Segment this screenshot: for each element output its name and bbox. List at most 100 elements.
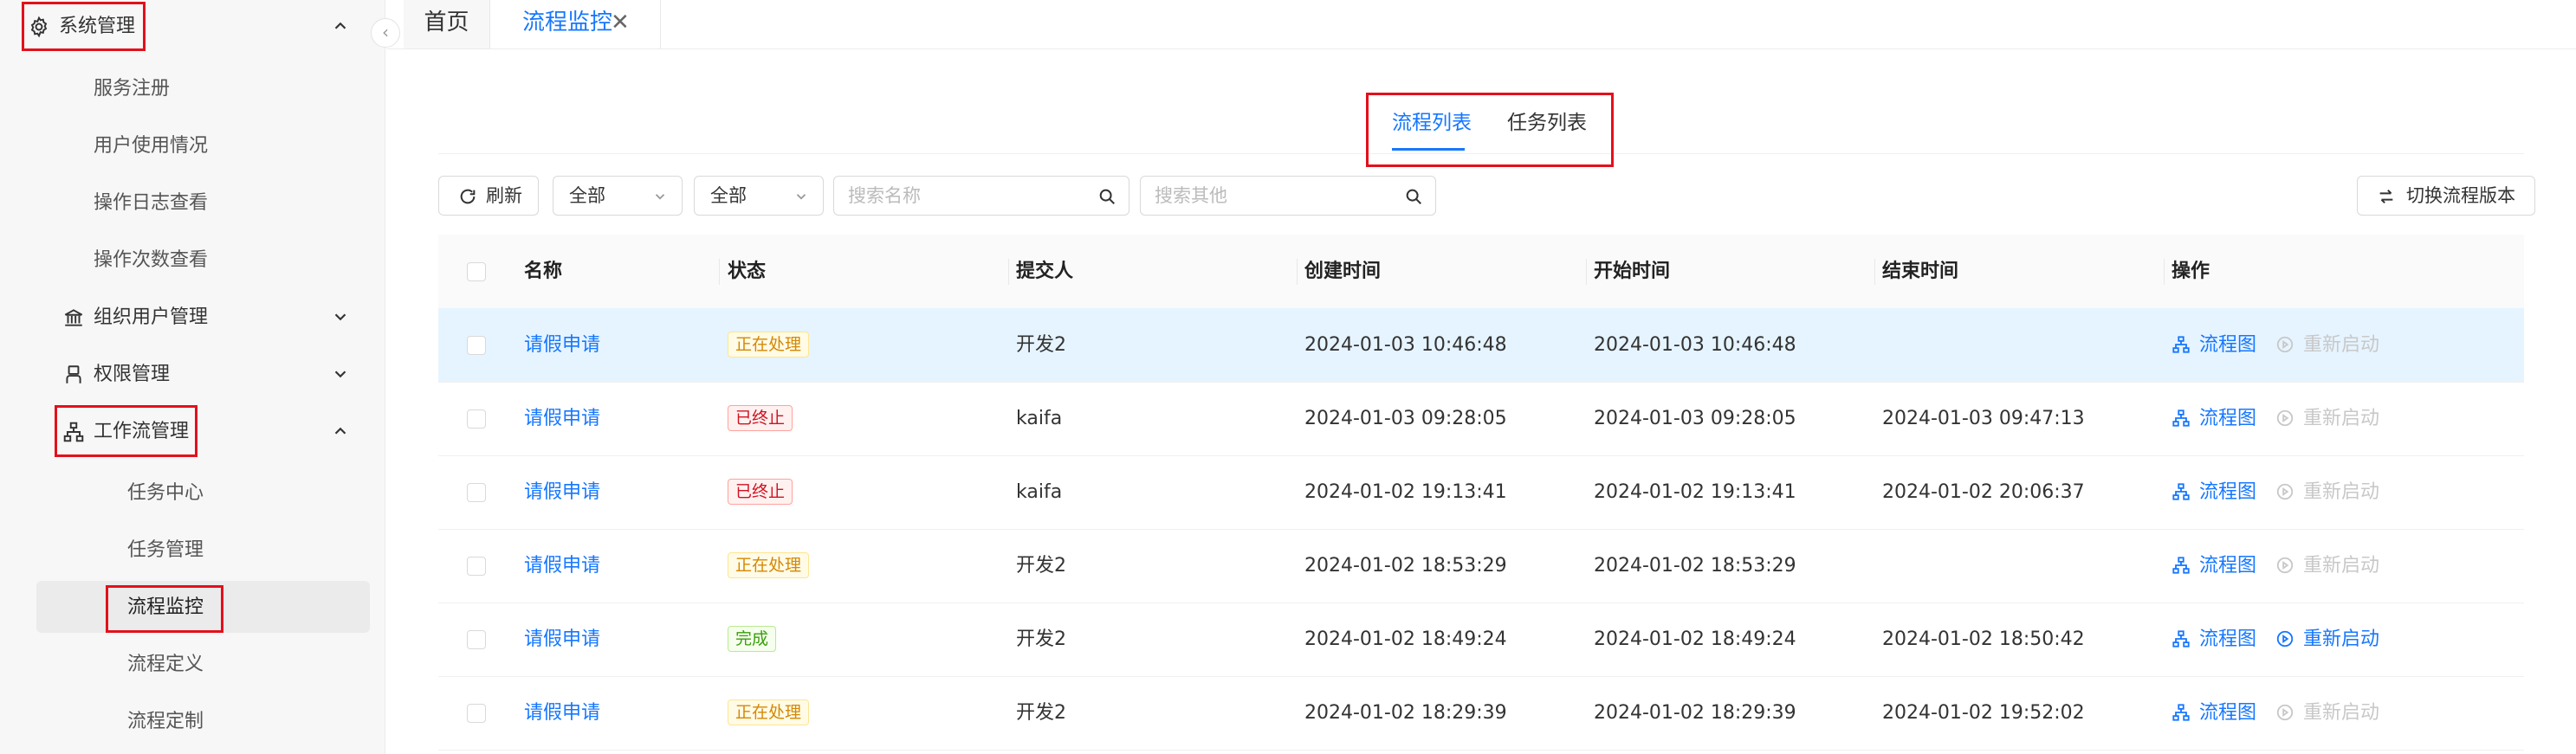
action-label: 重新启动 xyxy=(2303,408,2380,429)
play-circle-icon xyxy=(2276,336,2294,353)
row-checkbox[interactable] xyxy=(467,630,486,649)
process-diagram-button[interactable]: 流程图 xyxy=(2171,603,2267,676)
sidebar-sub-label: 流程监控 xyxy=(127,596,204,618)
process-name-link[interactable]: 请假申请 xyxy=(524,308,600,382)
column-separator xyxy=(1297,259,1298,285)
select-value: 全部 xyxy=(710,185,747,206)
search-name-input[interactable] xyxy=(848,177,1091,215)
table-row[interactable]: 请假申请 正在处理 开发2 2024-01-02 18:53:29 2024-0… xyxy=(438,529,2524,603)
sidebar-label: 工作流管理 xyxy=(94,421,190,442)
column-separator xyxy=(1874,259,1875,285)
table-row[interactable]: 请假申请 正在处理 开发2 2024-01-02 18:29:39 2024-0… xyxy=(438,676,2524,751)
refresh-button[interactable]: 刷新 xyxy=(438,176,539,216)
submitter-cell: 开发2 xyxy=(1016,334,1066,356)
process-name-link[interactable]: 请假申请 xyxy=(524,603,600,676)
restart-button[interactable]: 重新启动 xyxy=(2275,308,2397,382)
action-label: 流程图 xyxy=(2199,408,2257,429)
sidebar-item-task-management[interactable]: 任务管理 xyxy=(0,529,385,572)
subtab-process-list[interactable]: 流程列表 xyxy=(1392,110,1472,136)
sidebar-item-task-center[interactable]: 任务中心 xyxy=(0,472,385,515)
sidebar: 系统管理 服务注册 用户使用情况 操作日志查看 操作次数查看 组织用户管理 权限… xyxy=(0,0,385,754)
sidebar-item-service-register[interactable]: 服务注册 xyxy=(0,68,385,111)
gear-icon xyxy=(30,16,48,38)
table-row[interactable]: 请假申请 正在处理 开发2 2024-01-03 10:46:48 2024-0… xyxy=(438,308,2524,383)
sidebar-item-operation-log[interactable]: 操作日志查看 xyxy=(0,182,385,225)
sidebar-item-permission-management[interactable]: 权限管理 xyxy=(0,353,385,396)
sidebar-sub-label: 任务中心 xyxy=(127,482,204,504)
action-label: 流程图 xyxy=(2199,481,2257,503)
action-label: 重新启动 xyxy=(2303,555,2380,577)
play-circle-icon xyxy=(2276,409,2294,427)
chevron-up-icon xyxy=(334,427,346,435)
switch-version-button[interactable]: 切换流程版本 xyxy=(2357,176,2535,216)
sidebar-item-operation-count[interactable]: 操作次数查看 xyxy=(0,239,385,282)
process-name-link[interactable]: 请假申请 xyxy=(524,676,600,750)
sidebar-item-process-customize[interactable]: 流程定制 xyxy=(0,700,385,744)
filter-select-2[interactable]: 全部 xyxy=(694,176,824,216)
sidebar-item-workflow-management[interactable]: 工作流管理 xyxy=(0,410,385,454)
sidebar-item-process-monitor[interactable]: 流程监控 xyxy=(0,586,385,629)
filter-select-1[interactable]: 全部 xyxy=(553,176,683,216)
process-diagram-button[interactable]: 流程图 xyxy=(2171,455,2267,529)
process-diagram-button[interactable]: 流程图 xyxy=(2171,676,2267,750)
column-header-started: 开始时间 xyxy=(1594,261,1671,282)
sidebar-sub-label: 用户使用情况 xyxy=(94,135,209,157)
sidebar-item-system-management[interactable]: 系统管理 xyxy=(0,5,385,48)
ended-time-cell: 2024-01-02 19:52:02 xyxy=(1882,702,2085,724)
row-checkbox[interactable] xyxy=(467,409,486,429)
process-name-link[interactable]: 请假申请 xyxy=(524,529,600,603)
created-time-cell: 2024-01-02 18:49:24 xyxy=(1304,628,1507,650)
submitter-cell: 开发2 xyxy=(1016,555,1066,577)
chevron-down-icon xyxy=(334,313,346,321)
sidebar-sub-label: 操作次数查看 xyxy=(94,249,209,271)
action-label: 重新启动 xyxy=(2303,334,2380,356)
process-diagram-button[interactable]: 流程图 xyxy=(2171,529,2267,603)
row-checkbox[interactable] xyxy=(467,336,486,355)
row-checkbox[interactable] xyxy=(467,557,486,576)
sidebar-item-user-usage[interactable]: 用户使用情况 xyxy=(0,125,385,168)
column-header-status: 状态 xyxy=(728,261,767,282)
sidebar-item-process-definition[interactable]: 流程定义 xyxy=(0,643,385,686)
process-name-link[interactable]: 请假申请 xyxy=(524,382,600,455)
subtab-task-list[interactable]: 任务列表 xyxy=(1507,110,1587,136)
org-chart-icon xyxy=(63,422,84,442)
chevron-down-icon xyxy=(796,194,806,200)
row-checkbox[interactable] xyxy=(467,704,486,723)
table-row[interactable]: 请假申请 已终止 kaifa 2024-01-03 09:28:05 2024-… xyxy=(438,382,2524,456)
table-row[interactable]: 请假申请 完成 开发2 2024-01-02 18:49:24 2024-01-… xyxy=(438,603,2524,677)
process-name-link[interactable]: 请假申请 xyxy=(524,455,600,529)
search-other-input[interactable] xyxy=(1155,177,1397,215)
restart-button[interactable]: 重新启动 xyxy=(2275,455,2397,529)
divider xyxy=(438,153,2524,154)
sidebar-item-org-user-management[interactable]: 组织用户管理 xyxy=(0,296,385,339)
restart-button[interactable]: 重新启动 xyxy=(2275,676,2397,750)
process-diagram-button[interactable]: 流程图 xyxy=(2171,382,2267,455)
action-label: 重新启动 xyxy=(2303,481,2380,503)
table-row[interactable]: 请假申请 已终止 kaifa 2024-01-02 19:13:41 2024-… xyxy=(438,455,2524,530)
process-diagram-button[interactable]: 流程图 xyxy=(2171,308,2267,382)
status-badge: 正在处理 xyxy=(728,552,810,578)
restart-button[interactable]: 重新启动 xyxy=(2275,529,2397,603)
sidebar-label: 系统管理 xyxy=(59,16,136,37)
status-badge: 正在处理 xyxy=(728,332,810,358)
subtab-active-indicator xyxy=(1392,148,1465,151)
org-chart-icon xyxy=(2172,704,2190,721)
tab-process-monitor[interactable]: 流程监控 ✕ xyxy=(491,0,661,48)
restart-button[interactable]: 重新启动 xyxy=(2275,382,2397,455)
column-header-actions: 操作 xyxy=(2171,261,2210,282)
switch-version-label: 切换流程版本 xyxy=(2406,185,2515,206)
chevron-down-icon xyxy=(334,371,346,378)
restart-button[interactable]: 重新启动 xyxy=(2275,603,2397,676)
action-label: 流程图 xyxy=(2199,555,2257,577)
main-content: 流程列表 任务列表 刷新 全部 全部 切换流程版本 名称 xyxy=(386,49,2576,754)
sidebar-sub-label: 操作日志查看 xyxy=(94,192,209,214)
search-icon[interactable] xyxy=(1404,187,1423,206)
search-icon[interactable] xyxy=(1097,187,1116,206)
sidebar-collapse-button[interactable]: ‹ xyxy=(371,18,400,48)
tab-home[interactable]: 首页 xyxy=(404,0,490,48)
close-icon[interactable]: ✕ xyxy=(611,0,630,45)
status-badge: 已终止 xyxy=(728,479,793,505)
ended-time-cell: 2024-01-02 18:50:42 xyxy=(1882,628,2085,650)
select-all-checkbox[interactable] xyxy=(467,262,486,281)
row-checkbox[interactable] xyxy=(467,483,486,502)
